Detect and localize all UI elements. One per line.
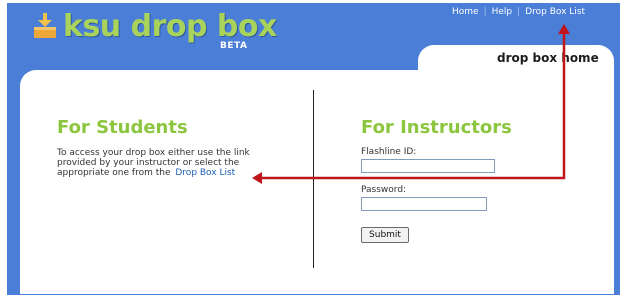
nav-help-link[interactable]: Help bbox=[492, 7, 513, 17]
students-text-line: To access your drop box either use the l… bbox=[57, 148, 250, 158]
dropbox-tray-icon bbox=[34, 13, 56, 38]
logo-text: ksu drop box bbox=[63, 8, 277, 44]
nav-separator: | bbox=[517, 7, 521, 17]
instructors-heading: For Instructors bbox=[361, 117, 512, 138]
password-input[interactable] bbox=[361, 197, 487, 211]
nav-home-link[interactable]: Home bbox=[452, 7, 479, 17]
beta-badge: BETA bbox=[220, 41, 248, 51]
top-navigation: Home | Help | Drop Box List bbox=[452, 7, 585, 17]
content-panel bbox=[20, 70, 614, 294]
submit-button[interactable]: Submit bbox=[361, 227, 409, 243]
drop-box-list-link[interactable]: Drop Box List bbox=[175, 168, 235, 178]
students-text-fragment: appropriate one from the bbox=[57, 168, 171, 178]
students-text-line: provided by your instructor or select th… bbox=[57, 158, 240, 168]
site-logo[interactable]: ksu drop box bbox=[33, 6, 277, 46]
nav-drop-box-list-link[interactable]: Drop Box List bbox=[525, 7, 585, 17]
students-instructions: To access your drop box either use the l… bbox=[57, 148, 297, 178]
column-divider bbox=[313, 90, 314, 268]
students-heading: For Students bbox=[57, 117, 188, 138]
students-text-line: appropriate one from the Drop Box List bbox=[57, 168, 297, 178]
tab-label: drop box home bbox=[497, 51, 599, 65]
flashline-id-input[interactable] bbox=[361, 159, 495, 173]
flashline-id-label: Flashline ID: bbox=[361, 147, 417, 157]
password-label: Password: bbox=[361, 185, 407, 195]
nav-separator: | bbox=[483, 7, 487, 17]
